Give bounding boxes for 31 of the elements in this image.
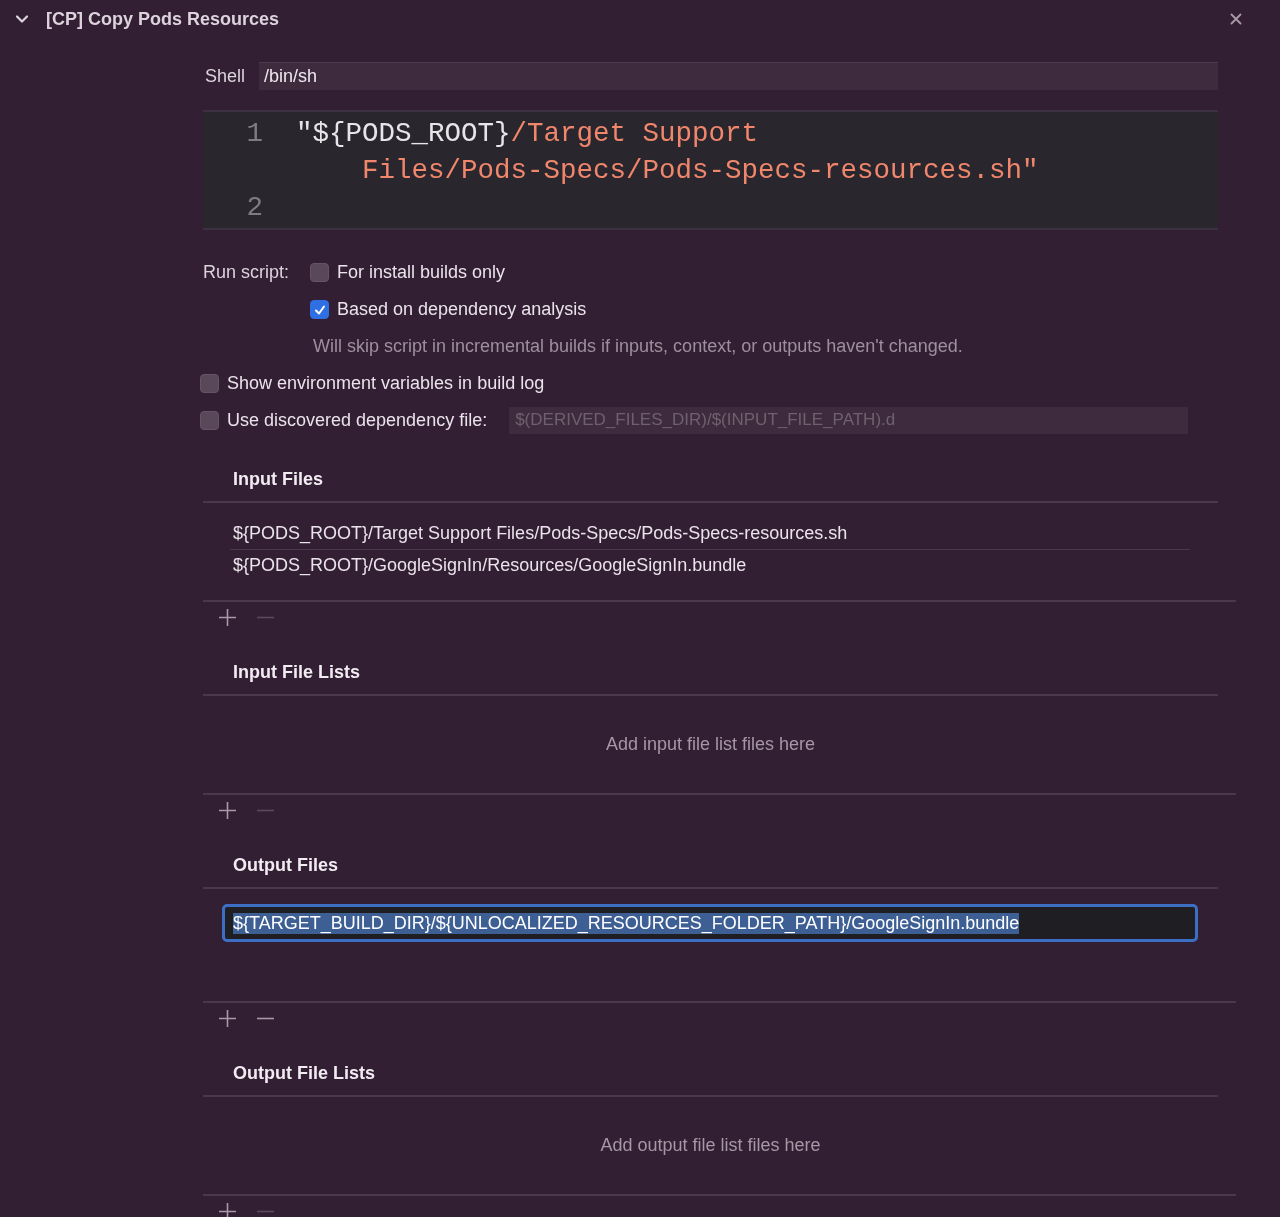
checkbox[interactable] (200, 411, 219, 430)
checkbox-label[interactable]: For install builds only (337, 262, 506, 283)
plus-icon[interactable] (218, 1008, 237, 1028)
checkbox[interactable] (200, 374, 219, 393)
line-number: 2 (245, 191, 263, 225)
section-title: Input File Lists (233, 662, 360, 683)
path-field[interactable]: ${TARGET_BUILD_DIR}/${UNLOCALIZED_RESOURCES_FOLDER_PATH}/GoogleSignIn.bundle (222, 904, 1198, 942)
shell-field[interactable]: /bin/sh (259, 62, 1218, 90)
section-title: Input Files (233, 469, 323, 490)
run-script-label: Run script: (203, 262, 291, 283)
checkbox[interactable] (310, 300, 329, 319)
phase-title: [CP] Copy Pods Resources (46, 8, 280, 30)
shell-label: Shell (203, 65, 245, 87)
code-line: "${PODS_ROOT}/Target Support Files/Pods-Specs/Pods-Specs-resources.sh" (296, 117, 1040, 188)
checkbox-label[interactable]: Show environment variables in build log (227, 373, 545, 394)
plus-icon[interactable] (218, 800, 237, 820)
placeholder-text: Add output file list files here (600, 1135, 821, 1156)
checkbox-label[interactable]: Based on dependency analysis (337, 299, 587, 320)
file-path[interactable]: ${PODS_ROOT}/GoogleSignIn/Resources/GoogleSignIn.bundle (230, 549, 1190, 581)
file-path[interactable]: ${PODS_ROOT}/Target Support Files/Pods-Specs/Pods-Specs-resources.sh (230, 517, 1190, 549)
checkbox-label[interactable]: Use discovered dependency file: (227, 410, 488, 431)
section-title: Output File Lists (233, 1063, 375, 1084)
plus-icon[interactable] (218, 1201, 237, 1217)
section-title: Output Files (233, 855, 338, 876)
line-number: 1 (245, 117, 263, 151)
checkmark-icon (313, 303, 326, 316)
checkbox[interactable] (310, 263, 329, 282)
placeholder-text: Add input file list files here (605, 734, 816, 755)
plus-icon[interactable] (218, 607, 237, 627)
close-icon[interactable] (1230, 13, 1242, 25)
hint-text: Will skip script in incremental builds if inputs, context, or outputs haven't changed. (313, 336, 963, 357)
